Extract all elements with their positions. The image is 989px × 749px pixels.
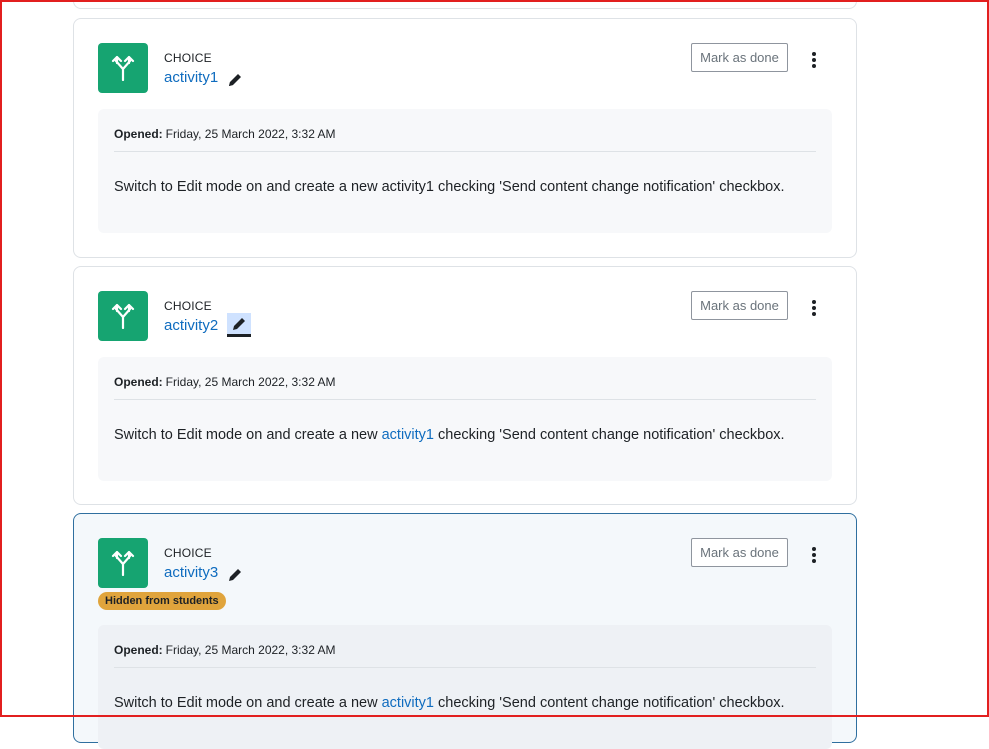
activity-name-link[interactable]: activity3 — [164, 564, 218, 581]
pencil-icon[interactable] — [226, 566, 244, 584]
kebab-menu-icon[interactable] — [805, 49, 823, 71]
mark-as-done-button[interactable]: Mark as done — [691, 43, 788, 72]
activity-description: Switch to Edit mode on and create a new … — [114, 695, 785, 711]
activity-description: Switch to Edit mode on and create a new … — [114, 179, 785, 195]
activity-name-link[interactable]: activity1 — [164, 69, 218, 86]
opened-value: Friday, 25 March 2022, 3:32 AM — [165, 127, 336, 141]
pencil-icon[interactable] — [226, 71, 244, 89]
opened-date: Opened: Friday, 25 March 2022, 3:32 AM — [114, 127, 336, 141]
previous-activity-card — [73, 0, 857, 9]
activity-name-link[interactable]: activity2 — [164, 317, 218, 334]
hidden-from-students-badge: Hidden from students — [98, 592, 226, 610]
choice-icon[interactable] — [98, 43, 148, 93]
activity-type-label: CHOICE — [164, 546, 212, 560]
activity-card: CHOICE activity1 Mark as done Opened: Fri… — [73, 18, 857, 258]
opened-date: Opened: Friday, 25 March 2022, 3:32 AM — [114, 643, 336, 657]
divider — [114, 399, 816, 400]
opened-label: Opened: — [114, 375, 163, 389]
activity-description: Switch to Edit mode on and create a new … — [114, 427, 785, 443]
activity-type-label: CHOICE — [164, 51, 212, 65]
choice-icon[interactable] — [98, 291, 148, 341]
description-link[interactable]: activity1 — [382, 695, 434, 711]
description-text: Switch to Edit mode on and create a new … — [114, 179, 785, 195]
choice-icon[interactable] — [98, 538, 148, 588]
activity-details: Opened: Friday, 25 March 2022, 3:32 AM Sw… — [98, 109, 832, 233]
opened-date: Opened: Friday, 25 March 2022, 3:32 AM — [114, 375, 336, 389]
opened-value: Friday, 25 March 2022, 3:32 AM — [165, 375, 336, 389]
description-text: Switch to Edit mode on and create a new — [114, 427, 382, 443]
divider — [114, 667, 816, 668]
kebab-menu-icon[interactable] — [805, 544, 823, 566]
activity-card: CHOICE activity3 Hidden from students Ma… — [73, 513, 857, 749]
divider — [114, 151, 816, 152]
opened-value: Friday, 25 March 2022, 3:32 AM — [165, 643, 336, 657]
activity-details: Opened: Friday, 25 March 2022, 3:32 AM Sw… — [98, 625, 832, 749]
description-text-end: checking 'Send content change notificati… — [434, 695, 785, 711]
pencil-icon[interactable] — [227, 313, 251, 337]
mark-as-done-button[interactable]: Mark as done — [691, 538, 788, 567]
mark-as-done-button[interactable]: Mark as done — [691, 291, 788, 320]
description-text: Switch to Edit mode on and create a new — [114, 695, 382, 711]
description-link[interactable]: activity1 — [382, 427, 434, 443]
description-text-end: checking 'Send content change notificati… — [434, 427, 785, 443]
activity-details: Opened: Friday, 25 March 2022, 3:32 AM Sw… — [98, 357, 832, 481]
kebab-menu-icon[interactable] — [805, 297, 823, 319]
opened-label: Opened: — [114, 127, 163, 141]
activity-type-label: CHOICE — [164, 299, 212, 313]
opened-label: Opened: — [114, 643, 163, 657]
activity-card: CHOICE activity2 Mark as done Opened: Fri… — [73, 266, 857, 505]
